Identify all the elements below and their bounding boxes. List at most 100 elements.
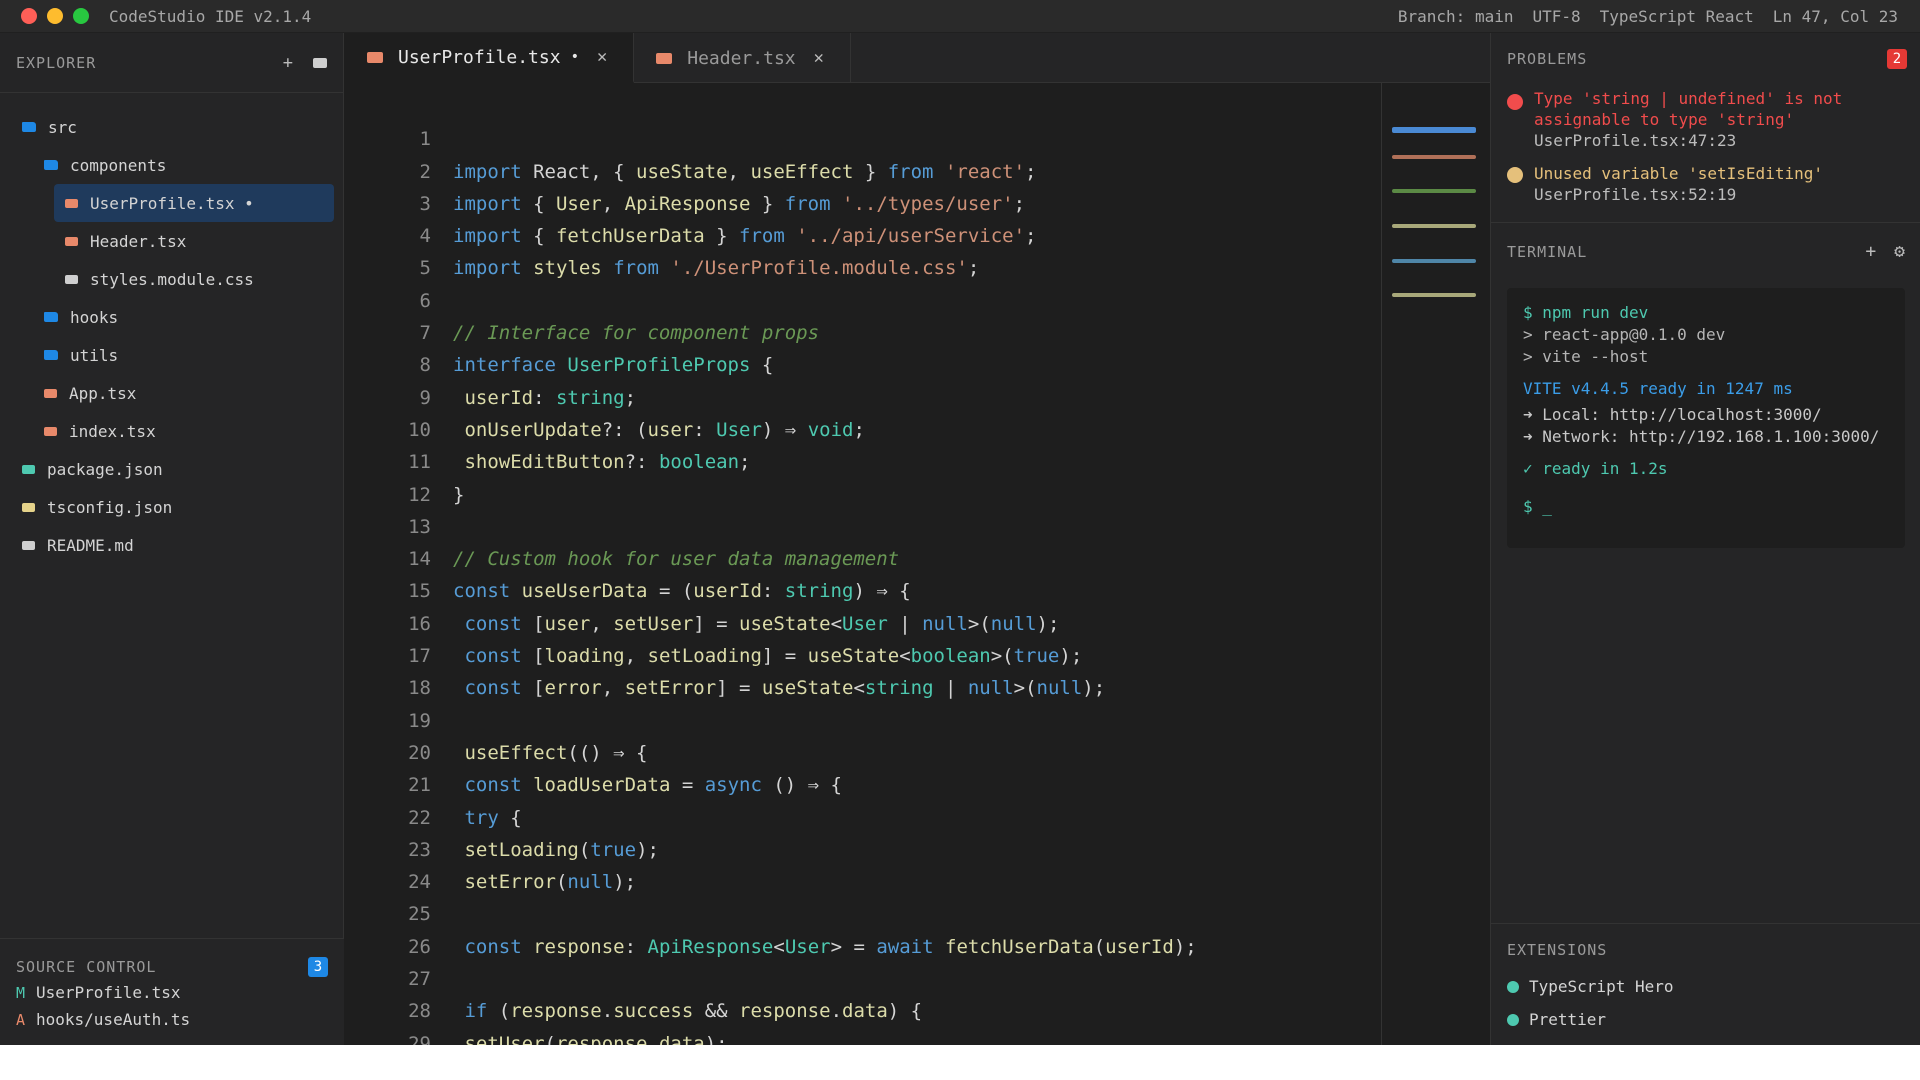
- code-token: data: [658, 1032, 705, 1045]
- terminal-panel: TERMINAL + ⚙ $ npm run dev > react-app@0…: [1491, 223, 1920, 923]
- problem-item-error[interactable]: Type 'string | undefined' is not assigna…: [1507, 88, 1905, 151]
- code-line: 19 useEffect(() ⇒ {: [345, 672, 1380, 764]
- branch-status[interactable]: Branch: main: [1398, 7, 1514, 26]
- new-terminal-icon[interactable]: +: [1865, 241, 1876, 262]
- gear-icon[interactable]: ⚙: [1894, 241, 1905, 262]
- tsx-file-icon: [656, 52, 673, 64]
- problems-title: PROBLEMS: [1507, 50, 1588, 68]
- tree-item-userprofile[interactable]: UserProfile.tsx •: [54, 184, 334, 222]
- cursor-position[interactable]: Ln 47, Col 23: [1773, 7, 1898, 26]
- code-token: );: [704, 1032, 728, 1045]
- code-area[interactable]: 1 import React, { useState, useEffect } …: [345, 91, 1380, 1045]
- code-line: 22 setLoading(true);: [345, 769, 1380, 861]
- tree-item-header[interactable]: Header.tsx: [0, 222, 343, 260]
- maximize-window-button[interactable]: [73, 8, 89, 24]
- terminal-line: ➜ Network: http://192.168.1.100:3000/: [1523, 427, 1880, 446]
- problem-message: Unused variable 'setIsEditing': [1534, 164, 1823, 183]
- tree-item-hooks[interactable]: hooks: [0, 298, 343, 336]
- code-line: 3 import { fetchUserData } from '../api/…: [345, 156, 1380, 247]
- code-line: 25 const response: ApiResponse<User> = a…: [345, 866, 1380, 957]
- extensions-title: EXTENSIONS: [1507, 941, 1608, 959]
- sc-item-useauth[interactable]: A hooks/useAuth.ts: [0, 1006, 344, 1033]
- new-file-icon[interactable]: +: [283, 53, 293, 73]
- tree-item-styles[interactable]: styles.module.css: [0, 260, 343, 298]
- code-line: 24: [345, 834, 1380, 893]
- tree-item-components[interactable]: components: [0, 146, 343, 184]
- code-line: 6 // Interface for component props: [345, 252, 1380, 344]
- extension-item[interactable]: Prettier: [1507, 1010, 1606, 1029]
- folder-icon: [44, 350, 58, 360]
- explorer-title: EXPLORER: [16, 53, 97, 72]
- close-tab-icon[interactable]: ✕: [597, 47, 607, 67]
- terminal-line: $ npm run dev: [1523, 303, 1649, 322]
- extensions-panel: EXTENSIONS TypeScript Hero Prettier: [1491, 923, 1920, 1045]
- tsx-file-icon: [65, 236, 78, 246]
- tsx-file-icon: [65, 198, 78, 208]
- line-number: 29: [408, 1032, 431, 1045]
- problem-location: UserProfile.tsx:52:19: [1534, 185, 1737, 204]
- explorer-sidebar: EXPLORER + src components UserProfile.ts…: [0, 33, 344, 1045]
- code-line: 18: [345, 640, 1380, 699]
- language-status[interactable]: TypeScript React: [1600, 7, 1754, 26]
- code-token: (: [544, 1032, 556, 1045]
- minimap-line: [1392, 293, 1476, 297]
- tab-label: Header.tsx: [687, 47, 796, 69]
- extension-item[interactable]: TypeScript Hero: [1507, 977, 1674, 996]
- tab-header[interactable]: Header.tsx ✕: [634, 33, 851, 83]
- status-info: Branch: main UTF-8 TypeScript React Ln 4…: [1398, 0, 1898, 33]
- tree-item-label: README.md: [47, 535, 134, 555]
- code-line: 10 showEditButton?: boolean;: [345, 382, 1380, 473]
- code-line: 27 if (response.success && response.data…: [345, 931, 1380, 1022]
- json-file-icon: [22, 464, 35, 474]
- ide-window: CodeStudio IDE v2.1.4 Branch: main UTF-8…: [0, 0, 1920, 1045]
- tree-item-index[interactable]: index.tsx: [0, 412, 343, 450]
- minimap-line: [1392, 189, 1476, 193]
- tab-userprofile[interactable]: UserProfile.tsx • ✕: [345, 33, 635, 83]
- source-control-panel: SOURCE CONTROL 3 M UserProfile.tsx A hoo…: [0, 938, 344, 1045]
- tree-item-label: package.json: [47, 459, 163, 479]
- minimap-viewport[interactable]: [1392, 127, 1476, 133]
- tree-item-package-json[interactable]: package.json: [0, 450, 343, 488]
- tree-item-src[interactable]: src: [0, 108, 343, 146]
- source-control-title: SOURCE CONTROL: [16, 958, 157, 976]
- collapse-folders-icon[interactable]: [313, 57, 327, 68]
- terminal-line: ✓ ready in 1.2s: [1523, 459, 1668, 478]
- code-line: 15 const [user, setUser] = useState<User…: [345, 543, 1380, 634]
- sc-item-label: hooks/useAuth.ts: [36, 1010, 191, 1029]
- code-line: 2 import { User, ApiResponse } from '../…: [345, 123, 1380, 215]
- markdown-file-icon: [22, 540, 35, 550]
- folder-icon: [22, 122, 36, 132]
- tree-item-label: components: [70, 155, 167, 175]
- source-control-count-badge: 3: [308, 957, 328, 977]
- minimap-line: [1392, 259, 1476, 263]
- right-panel: PROBLEMS 2 Type 'string | undefined' is …: [1490, 33, 1920, 1045]
- tsx-file-icon: [44, 426, 57, 436]
- tree-item-readme[interactable]: README.md: [0, 526, 343, 564]
- sc-item-label: UserProfile.tsx: [36, 983, 181, 1002]
- problem-location: UserProfile.tsx:47:23: [1534, 131, 1737, 150]
- code-line: 14 const useUserData = (userId: string) …: [345, 511, 1380, 602]
- sc-item-userprofile[interactable]: M UserProfile.tsx: [0, 979, 344, 1006]
- tree-item-app[interactable]: App.tsx: [0, 374, 343, 412]
- terminal-output[interactable]: $ npm run dev > react-app@0.1.0 dev > vi…: [1507, 288, 1905, 548]
- problem-item-warning[interactable]: Unused variable 'setIsEditing' UserProfi…: [1507, 163, 1905, 205]
- minimize-window-button[interactable]: [47, 8, 63, 24]
- encoding-status[interactable]: UTF-8: [1532, 7, 1580, 26]
- code-line: 21 try {: [345, 737, 1380, 828]
- tree-item-tsconfig[interactable]: tsconfig.json: [0, 488, 343, 526]
- extension-label: TypeScript Hero: [1529, 977, 1674, 996]
- tab-label: UserProfile.tsx: [398, 46, 561, 68]
- json-file-icon: [22, 502, 35, 512]
- code-line: 13 // Custom hook for user data manageme…: [345, 479, 1380, 570]
- close-window-button[interactable]: [21, 8, 37, 24]
- problem-message: Type 'string | undefined' is not assigna…: [1534, 89, 1843, 129]
- close-tab-icon[interactable]: ✕: [814, 48, 824, 68]
- code-line: 5: [345, 220, 1380, 279]
- tree-item-utils[interactable]: utils: [0, 336, 343, 374]
- minimap[interactable]: [1381, 83, 1490, 1045]
- enabled-status-icon: [1507, 1013, 1519, 1026]
- terminal-prompt: $ _: [1523, 497, 1552, 516]
- app-title: CodeStudio IDE v2.1.4: [109, 6, 312, 26]
- code-line: 29 } else {: [345, 995, 1380, 1045]
